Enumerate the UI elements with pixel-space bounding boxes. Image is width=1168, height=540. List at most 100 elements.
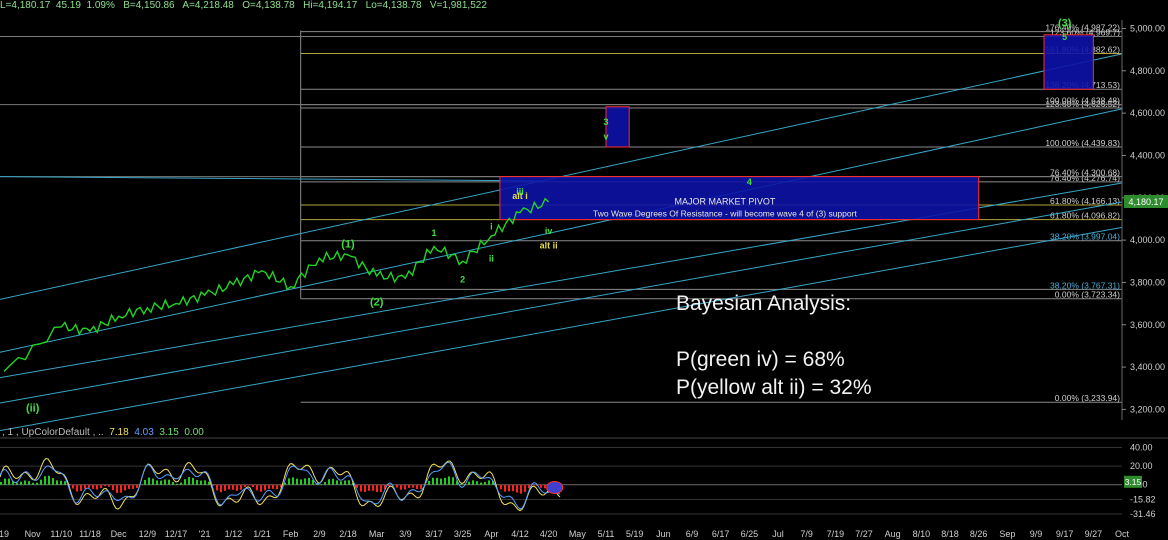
histogram-bar <box>160 480 162 485</box>
histogram-bar <box>328 479 330 485</box>
high-price: Hi=4,194.17 <box>303 0 358 11</box>
indicator-badge-text: 3.15 <box>1125 477 1142 487</box>
fib-label: 61.80% (4,096.82) <box>1050 211 1120 221</box>
wave-label: 1 <box>431 228 436 238</box>
low-price: Lo=4,138.78 <box>365 0 422 11</box>
histogram-bar <box>172 481 174 485</box>
price-badge-text: 4,180.17 <box>1128 197 1163 207</box>
histogram-bar <box>240 484 242 490</box>
date-tick-label: Jun <box>656 529 671 539</box>
histogram-bar <box>468 481 470 485</box>
histogram-bar <box>508 484 510 492</box>
histogram-bar <box>120 484 122 493</box>
histogram-bar <box>132 484 134 489</box>
histogram-bar <box>44 476 46 485</box>
histogram-bar <box>356 484 358 488</box>
date-tick-label: 9/17 <box>1056 529 1074 539</box>
histogram-bar <box>248 484 250 486</box>
histogram-bar <box>340 481 342 485</box>
histogram-bar <box>148 477 150 485</box>
chart-canvas[interactable]: 176.40% (4,987.22)123.60% (4,969.7)161.8… <box>0 0 1168 540</box>
histogram-bar <box>196 479 198 485</box>
wave-label: 3 <box>603 117 608 127</box>
volume: V=1,981,522 <box>429 0 487 11</box>
histogram-bar <box>168 479 170 485</box>
histogram-bar <box>88 484 90 488</box>
histogram-bar <box>204 480 206 485</box>
histogram-bar <box>380 484 382 493</box>
wave-label: 4 <box>747 177 752 187</box>
date-tick-label: 11/18 <box>79 529 101 539</box>
histogram-bar <box>188 476 190 485</box>
price-tick-label: 4,600.00 <box>1130 108 1165 118</box>
histogram-bar <box>448 476 450 485</box>
histogram-bar <box>372 484 374 491</box>
price-tick-label: 3,200.00 <box>1130 404 1165 414</box>
histogram-bar <box>324 482 326 485</box>
histogram-bar <box>404 484 406 490</box>
histogram-bar <box>476 481 478 485</box>
fib-label: 38.20% (3,997.04) <box>1050 232 1120 242</box>
price-tick-label: 3,400.00 <box>1130 362 1165 372</box>
date-tick-label: Apr <box>484 529 498 539</box>
histogram-bar <box>524 484 526 493</box>
histogram-bar <box>360 484 362 492</box>
histogram-bar <box>452 477 454 485</box>
open-price: O=4,138.78 <box>242 0 295 11</box>
date-tick-label: 4/12 <box>511 529 529 539</box>
wave-label: iv <box>545 226 553 236</box>
date-tick-label: Dec <box>111 529 128 539</box>
change-percent: 1.09% <box>86 0 115 11</box>
histogram-bar <box>76 484 78 492</box>
date-tick-label: 2/18 <box>339 529 357 539</box>
histogram-bar <box>180 482 182 485</box>
histogram-bar <box>136 484 138 489</box>
fib-label: 123.60% (4,626.52) <box>1045 99 1120 109</box>
indicator-tick-label: 40.00 <box>1130 442 1153 452</box>
indicator-tick-label: -31.46 <box>1130 509 1156 519</box>
histogram-bar <box>56 480 58 485</box>
date-tick-label: 8/18 <box>941 529 959 539</box>
histogram-bar <box>264 484 266 491</box>
date-tick-label: 19 <box>0 529 9 539</box>
histogram-bar <box>344 480 346 485</box>
histogram-bar <box>128 484 130 489</box>
histogram-bar <box>92 484 94 489</box>
histogram-bar <box>244 484 246 487</box>
bayesian-title: Bayesian Analysis: <box>676 292 852 315</box>
wave-label: v <box>603 132 608 142</box>
histogram-bar <box>60 480 62 485</box>
date-tick-label: Oct <box>1115 529 1130 539</box>
wave-label: 5 <box>1062 32 1067 42</box>
histogram-bar <box>236 484 238 491</box>
histogram-bar <box>252 484 254 488</box>
date-tick-label: 9/9 <box>1030 529 1043 539</box>
price-tick-label: 5,000.00 <box>1130 23 1165 33</box>
histogram-bar <box>224 484 226 491</box>
price-tick-label: 3,600.00 <box>1130 320 1165 330</box>
histogram-bar <box>24 480 26 485</box>
histogram-bar <box>208 481 210 485</box>
histogram-bar <box>220 484 222 493</box>
wave-label: iii <box>516 187 524 197</box>
date-tick-label: 12/9 <box>139 529 157 539</box>
price-tick-label: 4,000.00 <box>1130 235 1165 245</box>
histogram-bar <box>156 480 158 485</box>
change-value: 45.19 <box>55 0 81 11</box>
fib-label: 0.00% (3,233.94) <box>1055 393 1120 403</box>
histogram-bar <box>124 484 126 491</box>
bayesian-green-iv: P(green iv) = 68% <box>676 348 845 371</box>
histogram-bar <box>544 484 546 489</box>
date-tick-label: 11/10 <box>50 529 72 539</box>
histogram-bar <box>268 484 270 489</box>
pivot-subtitle: Two Wave Degrees Of Resistance - will be… <box>593 209 857 219</box>
histogram-bar <box>32 482 34 485</box>
indicator-label: , 1 , UpColorDefault , .. <box>2 427 104 438</box>
histogram-bar <box>20 481 22 485</box>
target-box <box>1043 34 1094 90</box>
histogram-bar <box>232 484 234 490</box>
indicator-value-3: 3.15 <box>159 427 179 438</box>
histogram-bar <box>540 484 542 488</box>
histogram-bar <box>400 484 402 490</box>
histogram-bar <box>516 484 518 493</box>
